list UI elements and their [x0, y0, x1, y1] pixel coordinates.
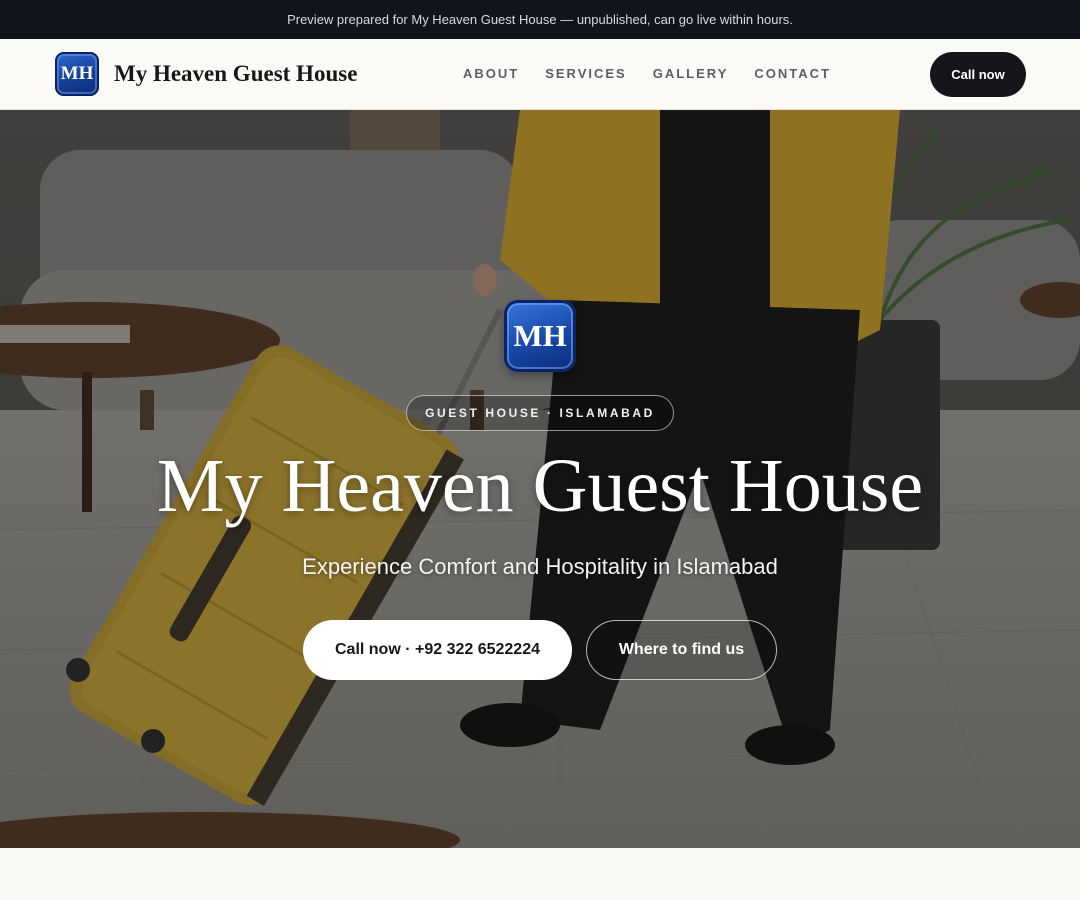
nav-link-about[interactable]: ABOUT	[463, 66, 519, 81]
hero-location-tag: GUEST HOUSE · ISLAMABAD	[406, 395, 674, 431]
hero-call-button[interactable]: Call now · +92 322 6522224	[303, 620, 572, 680]
preview-banner-text: Preview prepared for My Heaven Guest Hou…	[287, 12, 793, 27]
preview-banner: Preview prepared for My Heaven Guest Hou…	[0, 0, 1080, 39]
header-call-button[interactable]: Call now	[930, 52, 1026, 97]
brand-logo: MH	[55, 52, 99, 96]
hero-logo-initials: MH	[513, 318, 567, 353]
hero-section: MH GUEST HOUSE · ISLAMABAD My Heaven Gue…	[0, 110, 1080, 848]
main-nav: ABOUT SERVICES GALLERY CONTACT	[463, 66, 831, 81]
hero-logo: MH	[504, 300, 576, 372]
hero-subtitle: Experience Comfort and Hospitality in Is…	[302, 554, 778, 579]
nav-link-services[interactable]: SERVICES	[545, 66, 627, 81]
brand-name: My Heaven Guest House	[114, 61, 358, 86]
brand-home-link[interactable]: MH My Heaven Guest House	[55, 52, 357, 96]
nav-link-gallery[interactable]: GALLERY	[653, 66, 729, 81]
nav-link-contact[interactable]: CONTACT	[754, 66, 831, 81]
hero-location-button[interactable]: Where to find us	[586, 620, 777, 680]
brand-logo-initials: MH	[60, 63, 94, 84]
site-header: MH My Heaven Guest House ABOUT SERVICES …	[0, 39, 1080, 110]
hero-title: My Heaven Guest House	[156, 444, 924, 528]
